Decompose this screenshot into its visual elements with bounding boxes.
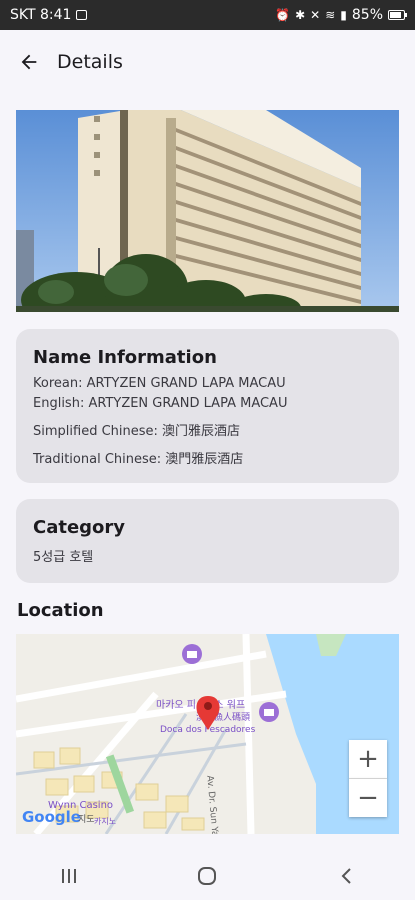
category-card: Category 5성급 호텔	[16, 499, 399, 583]
map-brand-suffix: 지도	[78, 814, 95, 825]
traditional-chinese-name: Traditional Chinese: 澳門雅辰酒店	[33, 452, 244, 467]
image-notification-icon	[76, 10, 88, 20]
location-map[interactable]: 마카오 피셔맨스 워프 澳門漁人碼頭 Doca dos Pescadores W…	[16, 634, 399, 834]
alarm-icon: ⏰	[275, 8, 291, 22]
category-value: 5성급 호텔	[33, 550, 94, 565]
map-brand-google: Google	[22, 808, 81, 826]
home-button[interactable]	[177, 856, 237, 896]
recent-apps-button[interactable]	[39, 856, 99, 896]
status-time: SKT 8:41	[10, 7, 72, 23]
arrow-left-icon	[21, 54, 37, 70]
map-zoom-in-button[interactable]: +	[349, 740, 387, 779]
simplified-chinese-name: Simplified Chinese: 澳门雅辰酒店	[33, 424, 241, 439]
home-icon	[198, 867, 217, 885]
location-title: Location	[17, 600, 104, 621]
mute-icon: ✕	[310, 8, 321, 22]
app-bar: Details	[0, 30, 415, 94]
map-zoom-out-button[interactable]: −	[349, 779, 387, 817]
name-information-card: Name Information Korean: ARTYZEN GRAND L…	[16, 329, 399, 483]
back-button[interactable]	[9, 42, 49, 82]
signal-icon: ▮	[340, 8, 347, 22]
system-nav-bar	[0, 852, 415, 900]
korean-name: Korean: ARTYZEN GRAND LAPA MACAU	[33, 376, 286, 391]
system-back-button[interactable]	[316, 856, 376, 896]
wifi-icon: ≋	[325, 8, 336, 22]
recent-apps-icon	[62, 869, 77, 883]
name-information-title: Name Information	[33, 347, 217, 368]
chevron-left-icon	[341, 868, 351, 884]
map-label-casino-ko: 카지노	[94, 817, 116, 826]
battery-icon	[388, 10, 407, 20]
battery-percent: 85%	[351, 7, 383, 23]
page-title: Details	[57, 51, 123, 73]
status-bar: SKT 8:41 ⏰ ✱ ✕ ≋ ▮ 85%	[0, 0, 415, 30]
category-title: Category	[33, 517, 126, 538]
hotel-photo	[16, 110, 399, 312]
english-name: English: ARTYZEN GRAND LAPA MACAU	[33, 396, 288, 411]
bluetooth-icon: ✱	[295, 8, 306, 22]
